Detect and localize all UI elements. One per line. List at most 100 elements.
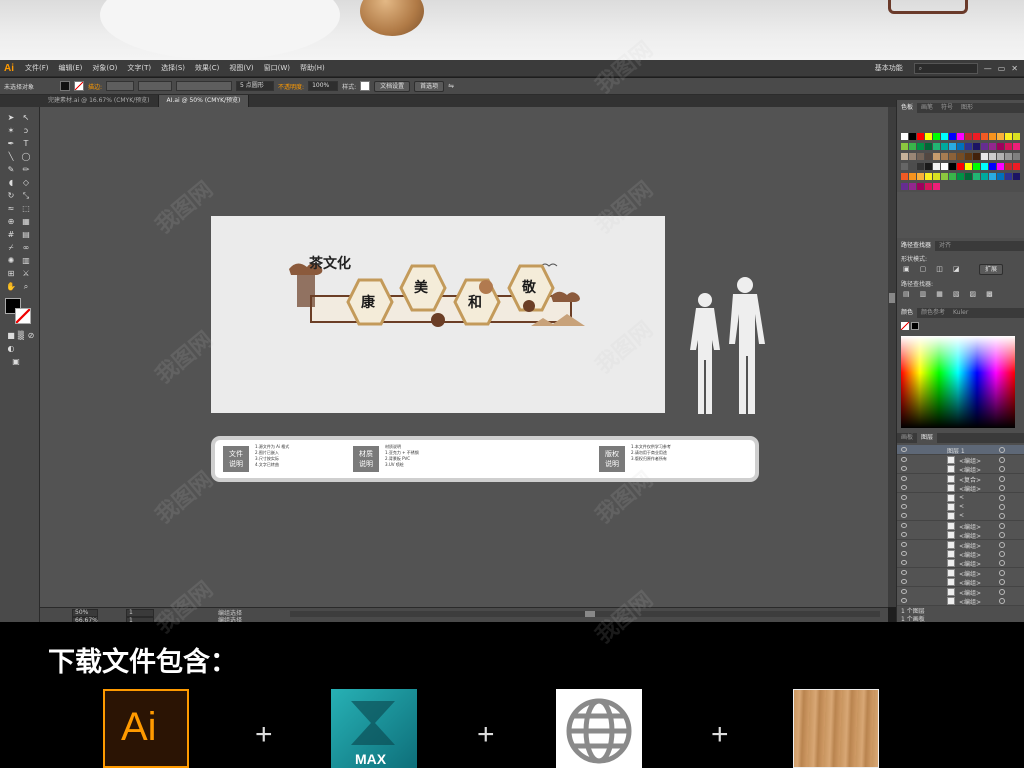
color-swatch[interactable] xyxy=(965,153,972,160)
preferences-button[interactable]: 首选项 xyxy=(414,80,445,92)
color-spectrum[interactable] xyxy=(901,336,1015,428)
menu-select[interactable]: 选择(S) xyxy=(156,63,190,73)
target-circle-icon[interactable] xyxy=(999,541,1005,548)
layer-row[interactable]: <编组> xyxy=(897,596,1024,606)
symbol-sprayer-icon[interactable]: ✺ xyxy=(6,256,16,266)
visibility-eye-icon[interactable] xyxy=(901,569,907,575)
color-swatch[interactable] xyxy=(981,153,988,160)
layer-top[interactable]: 图层 1 xyxy=(897,445,1024,455)
scale-tool-icon[interactable]: ⤡ xyxy=(21,191,31,201)
color-swatch[interactable] xyxy=(941,143,948,150)
color-swatch[interactable] xyxy=(933,163,940,170)
menu-edit[interactable]: 编辑(E) xyxy=(54,63,88,73)
target-circle-icon[interactable] xyxy=(999,598,1005,604)
color-fill-swatch[interactable] xyxy=(911,322,919,330)
menu-window[interactable]: 窗口(W) xyxy=(259,63,295,73)
target-circle-icon[interactable] xyxy=(999,513,1005,520)
color-swatch[interactable] xyxy=(949,163,956,170)
target-circle-icon[interactable] xyxy=(999,475,1005,482)
none-mode-icon[interactable]: ⊘ xyxy=(26,331,36,341)
color-swatch[interactable] xyxy=(957,133,964,140)
color-swatch[interactable] xyxy=(917,163,924,170)
color-swatch[interactable] xyxy=(1005,173,1012,180)
workspace-switcher[interactable]: 基本功能 xyxy=(870,63,908,73)
color-swatch[interactable] xyxy=(1013,173,1020,180)
stroke-color-box[interactable] xyxy=(15,308,31,324)
color-swatch[interactable] xyxy=(997,153,1004,160)
color-swatch[interactable] xyxy=(981,143,988,150)
perspective-grid-icon[interactable]: ▦ xyxy=(21,217,31,227)
eyedropper-icon[interactable]: ⌿ xyxy=(6,243,16,253)
color-swatch[interactable] xyxy=(933,153,940,160)
visibility-eye-icon[interactable] xyxy=(901,522,907,528)
color-swatch[interactable] xyxy=(901,163,908,170)
color-swatch[interactable] xyxy=(941,153,948,160)
color-swatch[interactable] xyxy=(997,163,1004,170)
color-swatch[interactable] xyxy=(909,133,916,140)
visibility-eye-icon[interactable] xyxy=(901,598,907,603)
color-swatch[interactable] xyxy=(1005,153,1012,160)
color-swatch[interactable] xyxy=(933,143,940,150)
target-circle-icon[interactable] xyxy=(999,579,1005,586)
document-setup-button[interactable]: 文档设置 xyxy=(374,80,411,92)
tab-color-guide[interactable]: 颜色参考 xyxy=(917,308,949,318)
target-circle-icon[interactable] xyxy=(999,588,1005,595)
target-circle-icon[interactable] xyxy=(999,522,1005,529)
color-swatch[interactable] xyxy=(925,133,932,140)
brush-field[interactable] xyxy=(176,81,233,91)
color-swatch[interactable] xyxy=(925,143,932,150)
color-swatch[interactable] xyxy=(909,163,916,170)
mesh-tool-icon[interactable]: # xyxy=(6,230,16,240)
visibility-eye-icon[interactable] xyxy=(901,551,907,556)
blend-tool-icon[interactable]: ∞ xyxy=(21,243,31,253)
color-swatch[interactable] xyxy=(909,173,916,180)
hand-tool-icon[interactable]: ✋ xyxy=(6,282,16,292)
tab-doc-2[interactable]: AI.ai @ 50% (CMYK/预览) xyxy=(158,95,250,107)
color-swatch[interactable] xyxy=(933,173,940,180)
color-swatch[interactable] xyxy=(1013,133,1020,140)
color-swatch[interactable] xyxy=(989,153,996,160)
tab-graphics[interactable]: 图形 xyxy=(957,103,977,113)
visibility-eye-icon[interactable] xyxy=(901,447,907,452)
tab-layers[interactable]: 图层 xyxy=(917,433,938,443)
eraser-icon[interactable]: ◇ xyxy=(21,178,31,188)
lasso-icon[interactable]: ↄ xyxy=(21,126,31,136)
gradient-tool-icon[interactable]: ▤ xyxy=(21,230,31,240)
color-mode-icon[interactable]: ■ xyxy=(6,331,16,341)
tab-swatches[interactable]: 色板 xyxy=(897,103,918,113)
color-swatch[interactable] xyxy=(901,183,908,190)
line-tool-icon[interactable]: ╲ xyxy=(6,152,16,162)
target-circle-icon[interactable] xyxy=(999,485,1005,492)
tab-doc-1[interactable]: 完建素材.ai @ 16.67% (CMYK/预览) xyxy=(40,95,159,107)
target-circle-icon[interactable] xyxy=(999,466,1005,473)
color-swatch[interactable] xyxy=(965,133,972,140)
artboard[interactable]: 茶文化 康 美 和 敬 xyxy=(211,216,665,413)
color-swatch[interactable] xyxy=(997,173,1004,180)
magic-wand-icon[interactable]: ✶ xyxy=(6,126,16,136)
tab-artboards[interactable]: 画板 xyxy=(897,433,917,443)
color-swatch[interactable] xyxy=(909,183,916,190)
shape-builder-icon[interactable]: ⊕ xyxy=(6,217,16,227)
color-swatch[interactable] xyxy=(941,163,948,170)
color-none-swatch[interactable] xyxy=(901,322,909,330)
target-circle-icon[interactable] xyxy=(999,569,1005,576)
pathfinder-icons[interactable]: ▤▥▦▧▨▩ xyxy=(903,290,1003,298)
color-swatch[interactable] xyxy=(933,183,940,190)
color-swatch[interactable] xyxy=(1005,143,1012,150)
color-swatch[interactable] xyxy=(989,163,996,170)
opacity-field[interactable]: 100% xyxy=(308,81,339,91)
color-swatch[interactable] xyxy=(917,173,924,180)
visibility-eye-icon[interactable] xyxy=(901,466,907,472)
color-swatch[interactable] xyxy=(981,133,988,140)
color-swatch[interactable] xyxy=(957,163,964,170)
rotate-tool-icon[interactable]: ↻ xyxy=(6,191,16,201)
color-swatch[interactable] xyxy=(957,173,964,180)
artboard-tool-icon[interactable]: ⊞ xyxy=(6,269,16,279)
tab-brushes[interactable]: 画笔 xyxy=(917,103,937,113)
color-swatch[interactable] xyxy=(949,133,956,140)
color-swatch[interactable] xyxy=(1013,143,1020,150)
brush-point-field[interactable]: 5 点圆形 xyxy=(236,81,275,91)
target-circle-icon[interactable] xyxy=(999,494,1005,501)
color-swatch[interactable] xyxy=(925,173,932,180)
target-circle-icon[interactable] xyxy=(999,560,1005,567)
